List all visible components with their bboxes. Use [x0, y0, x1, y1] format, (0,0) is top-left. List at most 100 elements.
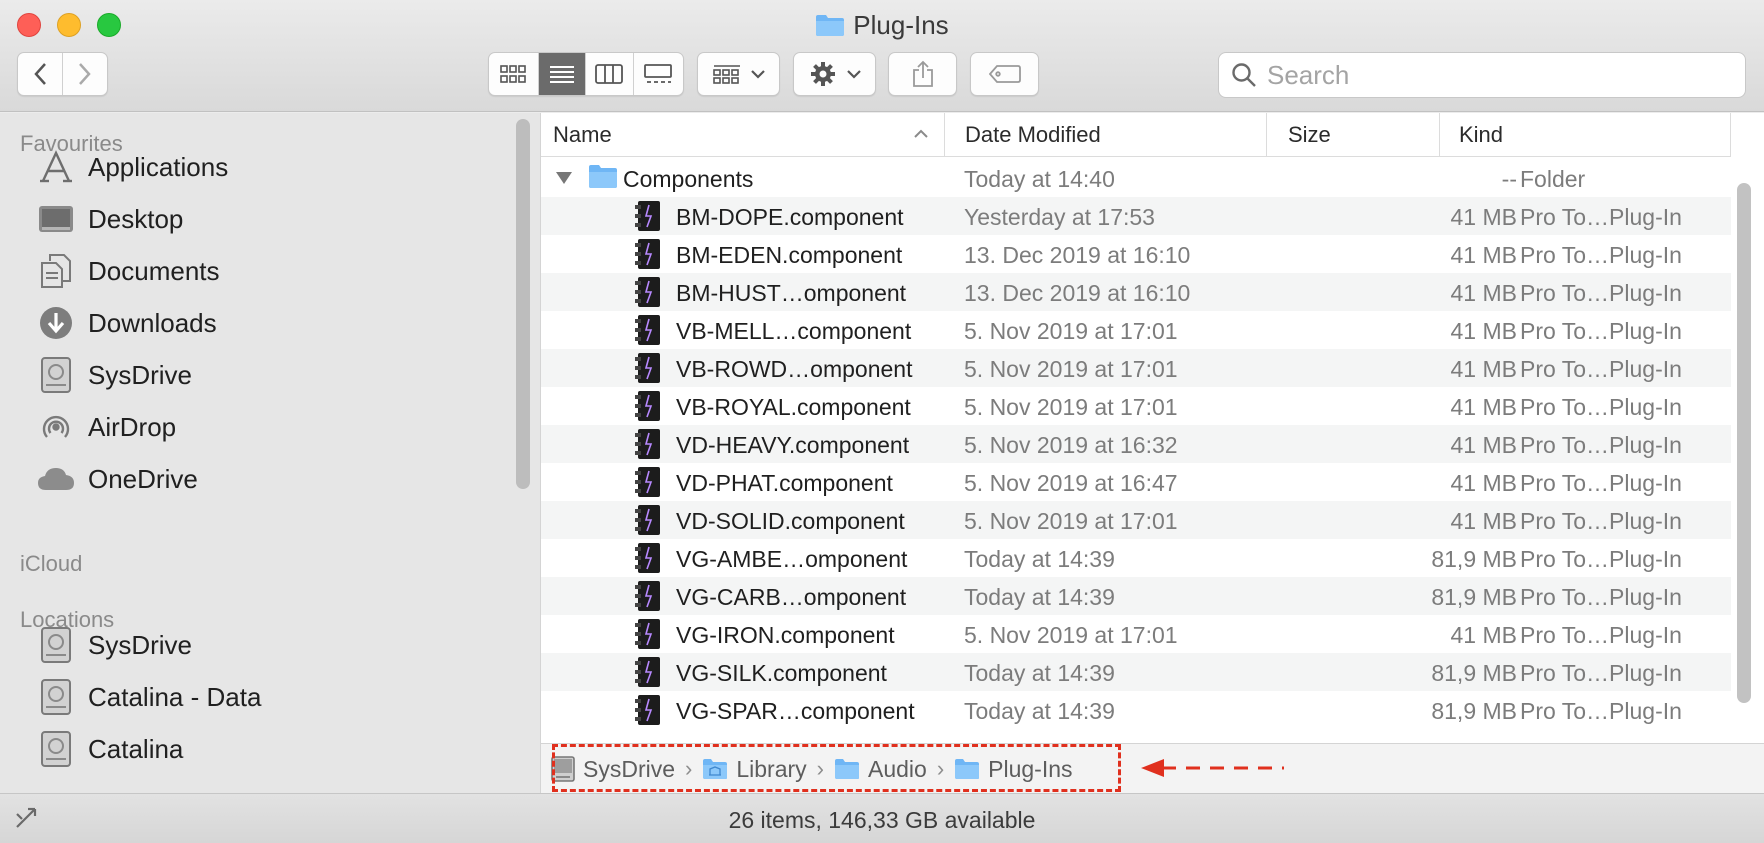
- plugin-component-icon: [634, 504, 662, 542]
- sidebar-item-label: OneDrive: [88, 463, 198, 494]
- folder-row-components[interactable]: Components Today at 14:40 -- Folder: [541, 159, 1731, 197]
- file-row[interactable]: VG-SILK.component Today at 14:39 81,9 MB Pr…: [541, 653, 1731, 691]
- folder-icon: [834, 758, 860, 780]
- status-bar: 26 items, 146,33 GB available: [0, 793, 1764, 843]
- tag-icon: [988, 65, 1021, 83]
- file-row[interactable]: VG-SPAR…component Today at 14:39 81,9 MB Pr…: [541, 691, 1731, 729]
- file-name: VG-IRON.component: [676, 622, 895, 648]
- search-icon: [1232, 63, 1256, 87]
- disk-icon: [36, 677, 76, 717]
- breadcrumb-label: Plug-Ins: [988, 755, 1073, 782]
- file-kind: Pro To…Plug-In: [1520, 470, 1682, 496]
- plugin-component-icon: [634, 314, 662, 352]
- tags-button[interactable]: [970, 52, 1039, 96]
- file-row[interactable]: VG-CARB…omponent Today at 14:39 81,9 MB Pro…: [541, 577, 1731, 615]
- disk-icon: [36, 625, 76, 665]
- file-row[interactable]: BM-EDEN.component 13. Dec 2019 at 16:10 41…: [541, 235, 1731, 273]
- file-name: VD-HEAVY.component: [676, 432, 910, 458]
- folder-icon: [589, 165, 617, 188]
- file-kind: Pro To…Plug-In: [1520, 584, 1682, 610]
- sort-ascending-icon: [914, 129, 928, 138]
- sidebar-item-catalina-data[interactable]: Catalina - Data: [36, 675, 261, 719]
- file-kind: Pro To…Plug-In: [1520, 660, 1682, 686]
- sidebar-item-onedrive[interactable]: OneDrive: [36, 457, 198, 501]
- file-name: VB-MELL…component: [676, 318, 912, 344]
- forward-button[interactable]: [63, 53, 107, 95]
- sidebar-item-sysdrive[interactable]: SysDrive: [36, 353, 192, 397]
- file-size: 81,9 MB: [1431, 698, 1517, 724]
- plugin-component-icon: [634, 238, 662, 276]
- column-size[interactable]: Size: [1267, 113, 1440, 157]
- sidebar-item-desktop[interactable]: Desktop: [36, 197, 183, 241]
- back-button[interactable]: [18, 53, 63, 95]
- file-row[interactable]: VD-HEAVY.component 5. Nov 2019 at 16:32 41…: [541, 425, 1731, 463]
- sidebar-item-airdrop[interactable]: AirDrop: [36, 405, 176, 449]
- disk-icon: [36, 729, 76, 769]
- file-kind: Pro To…Plug-In: [1520, 698, 1682, 724]
- file-date: 5. Nov 2019 at 17:01: [964, 622, 1178, 648]
- file-name: BM-DOPE.component: [676, 204, 904, 230]
- search-field[interactable]: [1218, 52, 1746, 98]
- file-list-scrollbar[interactable]: [1737, 183, 1751, 703]
- file-size: 41 MB: [1450, 242, 1517, 268]
- group-by-button[interactable]: [697, 52, 780, 96]
- breadcrumb-item-sysdrive[interactable]: SysDrive: [551, 756, 675, 783]
- documents-icon: [36, 251, 76, 291]
- file-kind: Pro To…Plug-In: [1520, 432, 1682, 458]
- file-name: VG-CARB…omponent: [676, 584, 907, 610]
- file-size: 41 MB: [1450, 508, 1517, 534]
- breadcrumb-label: Audio: [867, 755, 927, 782]
- search-input[interactable]: [1267, 59, 1737, 91]
- file-name: BM-HUST…omponent: [676, 280, 907, 306]
- sidebar-scrollbar[interactable]: [516, 119, 530, 489]
- file-row[interactable]: VB-ROWD…omponent 5. Nov 2019 at 17:01 41 M…: [541, 349, 1731, 387]
- file-size: 41 MB: [1450, 356, 1517, 382]
- disclosure-triangle-icon[interactable]: [555, 171, 573, 185]
- plugin-component-icon: [634, 580, 662, 618]
- plugin-component-icon: [634, 428, 662, 466]
- file-kind: Pro To…Plug-In: [1520, 622, 1682, 648]
- breadcrumb-item-audio[interactable]: Audio: [834, 756, 927, 783]
- file-kind: Pro To…Plug-In: [1520, 546, 1682, 572]
- share-button[interactable]: [888, 52, 957, 96]
- breadcrumb-item-library[interactable]: Library: [702, 755, 807, 783]
- sidebar-item-catalina[interactable]: Catalina: [36, 727, 183, 771]
- sidebar-item-documents[interactable]: Documents: [36, 249, 220, 293]
- window-title: Plug-Ins: [0, 10, 1764, 44]
- file-name: VB-ROYAL.component: [676, 394, 911, 420]
- sidebar-item-label: AirDrop: [88, 411, 177, 442]
- file-row[interactable]: VB-MELL…component 5. Nov 2019 at 17:01 41 …: [541, 311, 1731, 349]
- file-rows: Components Today at 14:40 -- Folder BM-D…: [541, 159, 1731, 729]
- file-date: 5. Nov 2019 at 17:01: [964, 394, 1178, 420]
- file-row[interactable]: VB-ROYAL.component 5. Nov 2019 at 17:01 41…: [541, 387, 1731, 425]
- file-row[interactable]: BM-DOPE.component Yesterday at 17:53 41 MB…: [541, 197, 1731, 235]
- file-row[interactable]: BM-HUST…omponent 13. Dec 2019 at 16:10 41 …: [541, 273, 1731, 311]
- column-kind-label: Kind: [1459, 122, 1504, 147]
- plugin-component-icon: [634, 656, 662, 694]
- plugin-component-icon: [634, 390, 662, 428]
- finder-window: Plug-Ins Search Favourites Applications …: [0, 0, 1764, 843]
- file-date: Today at 14:39: [964, 584, 1115, 610]
- icon-view-button[interactable]: [489, 53, 539, 95]
- breadcrumb-label: Library: [736, 755, 807, 782]
- column-name[interactable]: Name: [541, 113, 945, 157]
- gear-icon: [810, 62, 835, 86]
- column-date-modified[interactable]: Date Modified: [945, 113, 1267, 157]
- file-size: 81,9 MB: [1431, 584, 1517, 610]
- file-row[interactable]: VD-PHAT.component 5. Nov 2019 at 16:47 41 …: [541, 463, 1731, 501]
- column-view-button[interactable]: [586, 53, 634, 95]
- gallery-view-button[interactable]: [634, 53, 683, 95]
- sidebar-item-applications[interactable]: Applications: [36, 145, 228, 189]
- breadcrumb-item-plug-ins[interactable]: Plug-Ins: [954, 755, 1073, 783]
- file-row[interactable]: VG-AMBE…omponent Today at 14:39 81,9 MB Pro…: [541, 539, 1731, 577]
- plugin-component-icon: [634, 618, 662, 656]
- sidebar-item-downloads[interactable]: Downloads: [36, 301, 217, 345]
- column-kind[interactable]: Kind: [1440, 113, 1731, 157]
- downloads-icon: [36, 303, 76, 343]
- sidebar-item-location-sysdrive[interactable]: SysDrive: [36, 623, 192, 667]
- file-row[interactable]: VD-SOLID.component 5. Nov 2019 at 17:01 41…: [541, 501, 1731, 539]
- file-kind: Folder: [1520, 166, 1586, 192]
- list-view-button[interactable]: [538, 53, 587, 95]
- file-row[interactable]: VG-IRON.component 5. Nov 2019 at 17:01 41 …: [541, 615, 1731, 653]
- action-menu-button[interactable]: [793, 52, 876, 96]
